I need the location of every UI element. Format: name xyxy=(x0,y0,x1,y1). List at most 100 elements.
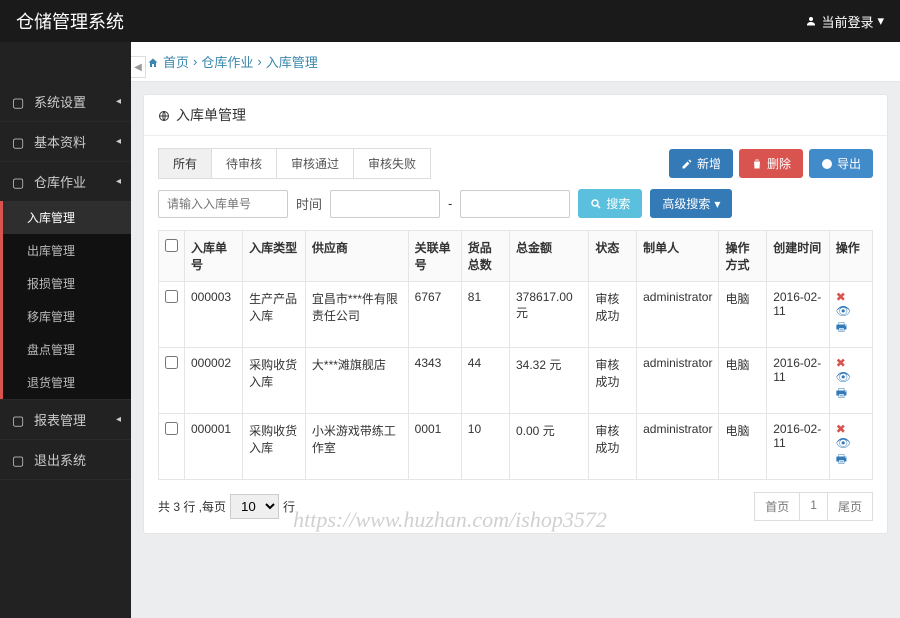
sidebar-item-outbound[interactable]: 出库管理 xyxy=(3,234,131,267)
col-status: 状态 xyxy=(589,231,637,282)
col-id: 入库单号 xyxy=(185,231,243,282)
select-all-checkbox[interactable] xyxy=(165,239,178,252)
cell-supplier: 大***滩旗舰店 xyxy=(305,348,408,414)
row-view-icon[interactable]: 👁 xyxy=(836,370,851,384)
add-button[interactable]: 新增 xyxy=(669,149,733,178)
sidebar-item-inbound[interactable]: 入库管理 xyxy=(3,201,131,234)
table-row: 000003 生产产品入库 宜昌市***件有限责任公司 6767 81 3786… xyxy=(159,282,873,348)
cell-amount: 0.00 元 xyxy=(510,414,589,480)
row-print-icon[interactable]: 🖶 xyxy=(836,452,847,466)
cell-type: 生产产品入库 xyxy=(243,282,306,348)
export-button[interactable]: 导出 xyxy=(809,149,873,178)
row-print-icon[interactable]: 🖶 xyxy=(836,320,847,334)
tab-rejected[interactable]: 审核失败 xyxy=(354,148,431,179)
sidebar-item-return[interactable]: 退货管理 xyxy=(3,366,131,399)
row-checkbox[interactable] xyxy=(165,290,178,303)
cell-status: 审核成功 xyxy=(589,282,637,348)
filter-tabs: 所有 待审核 审核通过 审核失败 xyxy=(158,148,431,179)
table-row: 000001 采购收货入库 小米游戏带练工作室 0001 10 0.00 元 审… xyxy=(159,414,873,480)
row-checkbox[interactable] xyxy=(165,422,178,435)
cell-ref: 0001 xyxy=(408,414,461,480)
nav-warehouse-ops[interactable]: ▢ 仓库作业 ◂ xyxy=(0,162,131,201)
delete-button[interactable]: 删除 xyxy=(739,149,803,178)
cell-mode: 电脑 xyxy=(719,348,767,414)
caret-left-icon: ◂ xyxy=(116,96,121,107)
cell-supplier: 宜昌市***件有限责任公司 xyxy=(305,282,408,348)
cell-status: 审核成功 xyxy=(589,414,637,480)
user-icon: ▢ xyxy=(12,453,26,467)
nav-reports[interactable]: ▢ 报表管理 ◂ xyxy=(0,400,131,439)
nav-logout[interactable]: ▢ 退出系统 xyxy=(0,440,131,479)
col-amount: 总金额 xyxy=(510,231,589,282)
nav-warehouse-submenu: 入库管理 出库管理 报损管理 移库管理 盘点管理 退货管理 xyxy=(0,201,131,399)
panel-title: 入库单管理 xyxy=(176,105,246,125)
cell-maker: administrator xyxy=(637,282,719,348)
search-input[interactable] xyxy=(158,190,288,218)
cell-id: 000003 xyxy=(185,282,243,348)
tab-approved[interactable]: 审核通过 xyxy=(277,148,354,179)
row-delete-icon[interactable]: ✖ xyxy=(836,356,846,370)
cell-time: 2016-02-11 xyxy=(767,348,830,414)
row-delete-icon[interactable]: ✖ xyxy=(836,290,846,304)
cell-ops: ✖ 👁 🖶 xyxy=(829,348,872,414)
page-size-select[interactable]: 10 xyxy=(230,494,279,519)
page-last[interactable]: 尾页 xyxy=(828,492,873,521)
sidebar-item-transfer[interactable]: 移库管理 xyxy=(3,300,131,333)
current-login[interactable]: 当前登录 ▾ xyxy=(805,12,884,31)
cell-qty: 44 xyxy=(461,348,509,414)
time-label: 时间 xyxy=(296,194,322,213)
row-print-icon[interactable]: 🖶 xyxy=(836,386,847,400)
bookmark-icon: ▢ xyxy=(12,95,26,109)
page-info: 共 3 行 ,每页 10 行 xyxy=(158,494,295,519)
caret-down-icon: ▾ xyxy=(877,13,884,29)
breadcrumb-l1[interactable]: 仓库作业 xyxy=(201,52,253,71)
tab-pending[interactable]: 待审核 xyxy=(212,148,277,179)
cell-maker: administrator xyxy=(637,414,719,480)
bookmark-icon: ▢ xyxy=(12,135,26,149)
breadcrumb-home[interactable]: 首页 xyxy=(163,52,189,71)
cell-id: 000002 xyxy=(185,348,243,414)
row-view-icon[interactable]: 👁 xyxy=(836,436,851,450)
sidebar-item-stocktake[interactable]: 盘点管理 xyxy=(3,333,131,366)
user-icon xyxy=(805,15,817,27)
col-maker: 制单人 xyxy=(637,231,719,282)
sidebar: ◀ ▢ 系统设置 ◂ ▢ 基本资料 ◂ ▢ 仓库作业 ◂ 入库管理 出库管 xyxy=(0,42,131,618)
topbar: 仓储管理系统 当前登录 ▾ xyxy=(0,0,900,42)
cell-status: 审核成功 xyxy=(589,348,637,414)
breadcrumb-l2[interactable]: 入库管理 xyxy=(266,52,318,71)
cell-qty: 81 xyxy=(461,282,509,348)
bookmark-icon: ▢ xyxy=(12,175,26,189)
bookmark-icon: ▢ xyxy=(12,413,26,427)
col-qty: 货品总数 xyxy=(461,231,509,282)
sidebar-collapse-toggle[interactable]: ◀ xyxy=(131,56,146,78)
page-1[interactable]: 1 xyxy=(800,492,828,521)
nav-system-settings[interactable]: ▢ 系统设置 ◂ xyxy=(0,82,131,121)
col-mode: 操作方式 xyxy=(719,231,767,282)
data-table: 入库单号 入库类型 供应商 关联单号 货品总数 总金额 状态 制单人 操作方式 … xyxy=(158,230,873,480)
col-ops: 操作 xyxy=(829,231,872,282)
cell-mode: 电脑 xyxy=(719,414,767,480)
row-checkbox[interactable] xyxy=(165,356,178,369)
cell-type: 采购收货入库 xyxy=(243,414,306,480)
cell-type: 采购收货入库 xyxy=(243,348,306,414)
col-type: 入库类型 xyxy=(243,231,306,282)
home-icon xyxy=(147,54,159,69)
nav-basic-data[interactable]: ▢ 基本资料 ◂ xyxy=(0,122,131,161)
tab-all[interactable]: 所有 xyxy=(158,148,212,179)
cell-amount: 378617.00 元 xyxy=(510,282,589,348)
page-first[interactable]: 首页 xyxy=(754,492,800,521)
col-supplier: 供应商 xyxy=(305,231,408,282)
panel-header: 入库单管理 xyxy=(144,95,887,136)
row-view-icon[interactable]: 👁 xyxy=(836,304,851,318)
advanced-search-button[interactable]: 高级搜索 ▾ xyxy=(650,189,732,218)
main-content: 首页 › 仓库作业 › 入库管理 入库单管理 所有 待审核 审核通过 审核失 xyxy=(131,42,900,618)
time-to-input[interactable] xyxy=(460,190,570,218)
time-from-input[interactable] xyxy=(330,190,440,218)
search-button[interactable]: 搜索 xyxy=(578,189,642,218)
sidebar-item-damage[interactable]: 报损管理 xyxy=(3,267,131,300)
search-icon xyxy=(590,198,602,210)
row-delete-icon[interactable]: ✖ xyxy=(836,422,846,436)
globe-icon xyxy=(158,107,170,123)
cell-mode: 电脑 xyxy=(719,282,767,348)
trash-icon xyxy=(751,158,763,170)
